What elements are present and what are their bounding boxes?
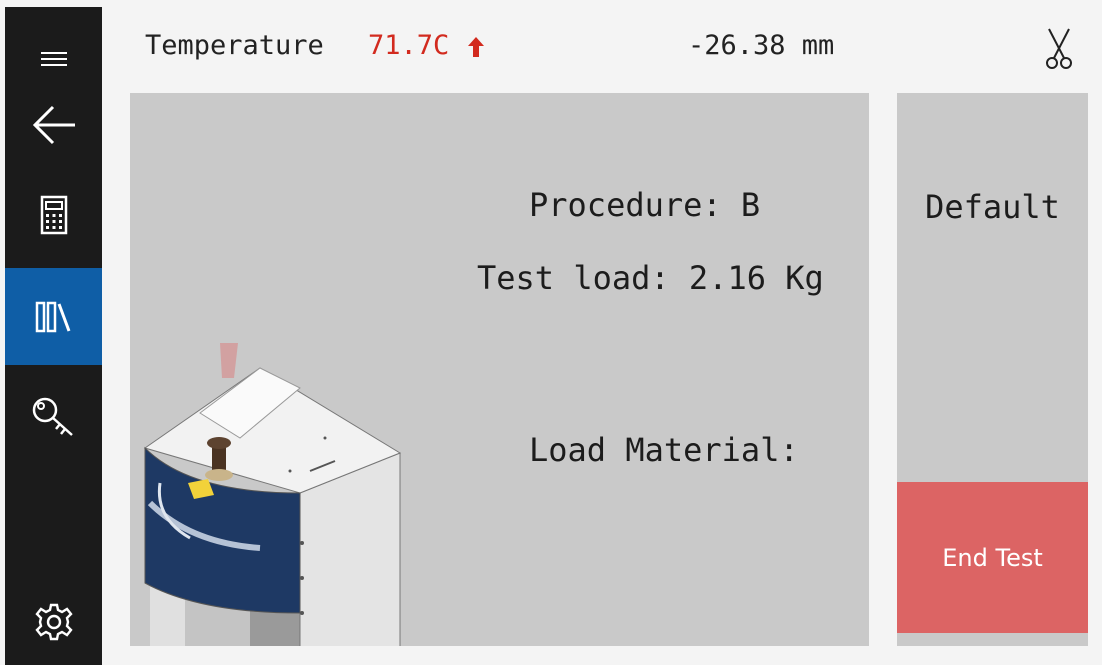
sidebar — [5, 7, 102, 665]
test-load-label: Test load: 2.16 Kg — [477, 259, 824, 297]
hamburger-menu-icon — [40, 52, 67, 66]
arrow-left-icon — [32, 105, 75, 145]
back-button[interactable] — [5, 97, 102, 153]
menu-button[interactable] — [5, 39, 102, 79]
key-button[interactable] — [5, 387, 102, 447]
default-profile-label[interactable]: Default — [897, 188, 1088, 226]
key-icon — [32, 397, 73, 436]
temperature-label: Temperature — [145, 30, 324, 61]
arrow-up-icon — [468, 37, 484, 57]
calculator-button[interactable] — [5, 185, 102, 245]
library-books-icon — [35, 301, 70, 332]
position-readout: -26.38 mm — [688, 30, 835, 61]
right-panel: Default End Test — [897, 93, 1088, 646]
main-panel: Procedure: B Test load: 2.16 Kg Load Mat… — [130, 93, 869, 646]
library-button[interactable] — [5, 268, 102, 365]
gear-icon — [34, 603, 73, 641]
load-material-label: Load Material: — [529, 431, 799, 469]
procedure-label: Procedure: B — [529, 186, 761, 224]
end-test-button[interactable]: End Test — [897, 482, 1088, 633]
scissors-icon[interactable] — [1044, 28, 1074, 70]
melt-flow-indexer-icon — [143, 343, 402, 646]
settings-button[interactable] — [5, 597, 102, 647]
calculator-icon — [40, 195, 67, 235]
temperature-value: 71.7C — [368, 30, 450, 61]
